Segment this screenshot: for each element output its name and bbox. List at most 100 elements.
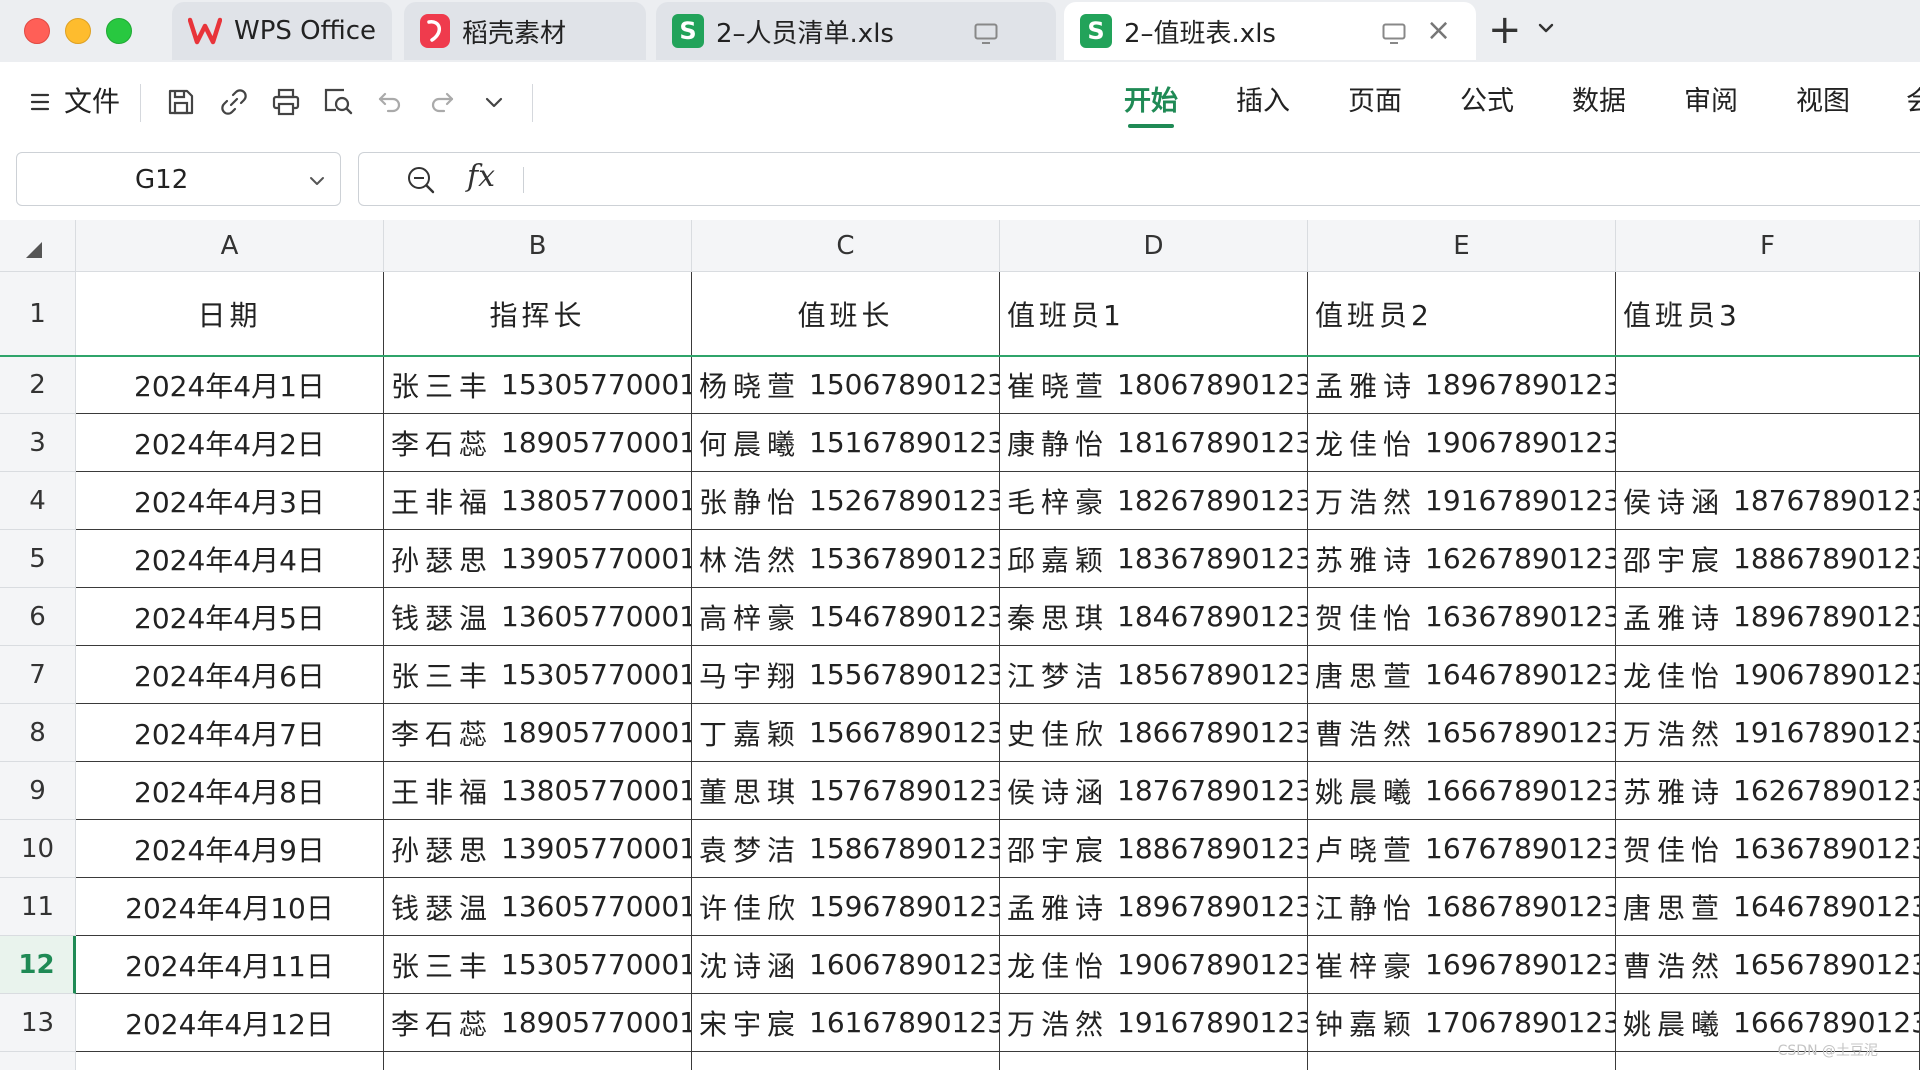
row-header-4[interactable]: 4 (0, 472, 76, 530)
header-cell[interactable]: 值班员2 (1308, 272, 1616, 356)
date-cell[interactable]: 2024年4月6日 (76, 646, 384, 704)
monitor-icon[interactable] (974, 22, 998, 52)
row-header-13[interactable]: 13 (0, 994, 76, 1052)
row-header-2[interactable]: 2 (0, 356, 76, 414)
person-cell[interactable]: 马宇翔 15567890123 (692, 646, 1000, 704)
person-cell[interactable]: 宋宇宸 16167890123 (692, 994, 1000, 1052)
person-cell[interactable]: 沈诗涵 16067890123 (692, 936, 1000, 994)
row-header-12[interactable]: 12 (0, 936, 76, 994)
empty-cell[interactable] (1000, 1052, 1308, 1070)
person-cell[interactable]: 钱瑟温 13605770001 (384, 878, 692, 936)
row-header-9[interactable]: 9 (0, 762, 76, 820)
person-cell[interactable]: 龙佳怡 19067890123 (1616, 646, 1920, 704)
row-header-3[interactable]: 3 (0, 414, 76, 472)
person-cell[interactable]: 苏雅诗 16267890123 (1616, 762, 1920, 820)
chevron-down-icon[interactable] (307, 171, 327, 195)
person-cell[interactable]: 毛梓豪 18267890123 (1000, 472, 1308, 530)
person-cell[interactable]: 崔梓豪 16967890123 (1308, 936, 1616, 994)
person-cell[interactable]: 王非福 13805770001 (384, 762, 692, 820)
monitor-icon[interactable] (1382, 22, 1406, 52)
print-preview-icon[interactable] (320, 84, 356, 120)
column-header-f[interactable]: F (1616, 220, 1920, 272)
date-cell[interactable]: 2024年4月3日 (76, 472, 384, 530)
person-cell[interactable]: 孙瑟思 13905770001 (384, 530, 692, 588)
date-cell[interactable]: 2024年4月11日 (76, 936, 384, 994)
new-tab-button[interactable]: + (1488, 10, 1522, 50)
formula-input[interactable]: fx (358, 152, 1920, 206)
column-header-e[interactable]: E (1308, 220, 1616, 272)
person-cell[interactable]: 王非福 13805770001 (384, 472, 692, 530)
select-all-button[interactable] (0, 220, 76, 272)
person-cell[interactable]: 钟嘉颖 17067890123 (1308, 994, 1616, 1052)
insert-function-icon[interactable]: fx (467, 159, 495, 194)
undo-icon[interactable] (372, 84, 408, 120)
person-cell[interactable]: 张三丰 15305770001 (384, 936, 692, 994)
person-cell[interactable]: 孟雅诗 18967890123 (1308, 356, 1616, 414)
close-tab-icon[interactable]: × (1426, 16, 1451, 46)
person-cell[interactable]: 侯诗涵 18767890123 (1000, 762, 1308, 820)
person-cell[interactable]: 江静怡 16867890123 (1308, 878, 1616, 936)
file-menu[interactable]: 文件 (64, 84, 120, 120)
date-cell[interactable]: 2024年4月4日 (76, 530, 384, 588)
row-header-7[interactable]: 7 (0, 646, 76, 704)
row-header-6[interactable]: 6 (0, 588, 76, 646)
date-cell[interactable]: 2024年4月12日 (76, 994, 384, 1052)
close-window-button[interactable] (24, 18, 50, 44)
person-cell[interactable] (1616, 356, 1920, 414)
person-cell[interactable]: 姚晨曦 16667890123 (1308, 762, 1616, 820)
link-icon[interactable] (216, 84, 252, 120)
row-header-1[interactable]: 1 (0, 272, 76, 356)
column-header-d[interactable]: D (1000, 220, 1308, 272)
redo-icon[interactable] (424, 84, 460, 120)
person-cell[interactable]: 史佳欣 18667890123 (1000, 704, 1308, 762)
person-cell[interactable]: 孙瑟思 13905770001 (384, 820, 692, 878)
person-cell[interactable]: 贺佳怡 16367890123 (1308, 588, 1616, 646)
person-cell[interactable]: 孟雅诗 18967890123 (1616, 588, 1920, 646)
header-cell[interactable]: 指挥长 (384, 272, 692, 356)
header-cell[interactable]: 值班长 (692, 272, 1000, 356)
ribbon-tab-page[interactable]: 页面 (1348, 82, 1402, 122)
empty-cell[interactable] (1308, 1052, 1616, 1070)
person-cell[interactable]: 侯诗涵 18767890123 (1616, 472, 1920, 530)
person-cell[interactable]: 秦思琪 18467890123 (1000, 588, 1308, 646)
person-cell[interactable]: 张三丰 15305770001 (384, 356, 692, 414)
row-header-5[interactable]: 5 (0, 530, 76, 588)
minimize-window-button[interactable] (65, 18, 91, 44)
header-cell[interactable]: 值班员3 (1616, 272, 1920, 356)
column-header-a[interactable]: A (76, 220, 384, 272)
ribbon-tab-formulas[interactable]: 公式 (1460, 82, 1514, 122)
column-header-c[interactable]: C (692, 220, 1000, 272)
person-cell[interactable]: 钱瑟温 13605770001 (384, 588, 692, 646)
person-cell[interactable]: 江梦洁 18567890123 (1000, 646, 1308, 704)
ribbon-tab-view[interactable]: 视图 (1796, 82, 1850, 122)
chevron-down-icon[interactable] (476, 84, 512, 120)
person-cell[interactable]: 张三丰 15305770001 (384, 646, 692, 704)
person-cell[interactable]: 邱嘉颖 18367890123 (1000, 530, 1308, 588)
tab-personnel-list[interactable]: S 2–人员清单.xls (656, 2, 1056, 60)
save-icon[interactable] (163, 84, 199, 120)
row-header-8[interactable]: 8 (0, 704, 76, 762)
person-cell[interactable]: 高梓豪 15467890123 (692, 588, 1000, 646)
person-cell[interactable]: 张静怡 15267890123 (692, 472, 1000, 530)
ribbon-tab-more[interactable]: 会 (1906, 82, 1920, 122)
person-cell[interactable]: 苏雅诗 16267890123 (1308, 530, 1616, 588)
zoom-window-button[interactable] (106, 18, 132, 44)
person-cell[interactable]: 龙佳怡 19067890123 (1000, 936, 1308, 994)
person-cell[interactable]: 崔晓萱 18067890123 (1000, 356, 1308, 414)
date-cell[interactable]: 2024年4月7日 (76, 704, 384, 762)
person-cell[interactable]: 孟雅诗 18967890123 (1000, 878, 1308, 936)
person-cell[interactable]: 许佳欣 15967890123 (692, 878, 1000, 936)
column-header-b[interactable]: B (384, 220, 692, 272)
person-cell[interactable]: 杨晓萱 15067890123 (692, 356, 1000, 414)
person-cell[interactable]: 董思琪 15767890123 (692, 762, 1000, 820)
person-cell[interactable]: 李石蕊 18905770001 (384, 414, 692, 472)
person-cell[interactable] (1616, 414, 1920, 472)
date-cell[interactable]: 2024年4月1日 (76, 356, 384, 414)
ribbon-tab-insert[interactable]: 插入 (1236, 82, 1290, 122)
empty-cell[interactable] (692, 1052, 1000, 1070)
person-cell[interactable]: 袁梦洁 15867890123 (692, 820, 1000, 878)
person-cell[interactable]: 丁嘉颖 15667890123 (692, 704, 1000, 762)
person-cell[interactable]: 邵宇宸 18867890123 (1000, 820, 1308, 878)
header-cell[interactable]: 值班员1 (1000, 272, 1308, 356)
person-cell[interactable]: 何晨曦 15167890123 (692, 414, 1000, 472)
